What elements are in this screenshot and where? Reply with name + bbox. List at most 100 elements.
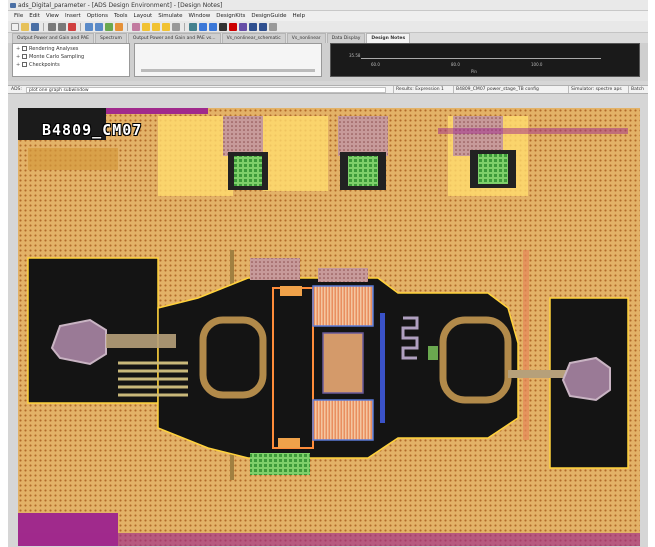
pan-icon[interactable] xyxy=(115,22,123,31)
plot-tick: 100.0 xyxy=(531,62,543,67)
toolbar-separator xyxy=(43,22,44,31)
delete-icon[interactable] xyxy=(68,22,76,31)
grid-icon[interactable] xyxy=(249,22,257,31)
ruler-icon[interactable] xyxy=(172,22,180,31)
bias-network xyxy=(318,268,368,282)
lvs-icon[interactable] xyxy=(209,22,217,31)
input-pad xyxy=(50,318,107,366)
menu-window[interactable]: Window xyxy=(189,11,211,21)
settings-icon[interactable] xyxy=(269,22,277,31)
tab-output-power-gain-pae[interactable]: Output Power and Gain and PAE xyxy=(12,33,95,43)
save-icon[interactable] xyxy=(31,22,39,31)
layout-canvas[interactable]: B4809_CM07 xyxy=(18,108,640,546)
transistor-array xyxy=(312,285,374,327)
menu-layout[interactable]: Layout xyxy=(134,11,153,21)
status-simulator: Simulator: spectre aps xyxy=(568,86,622,93)
output-capacitor xyxy=(428,346,438,360)
boundary-strip xyxy=(438,128,628,134)
layer-icon[interactable] xyxy=(132,22,140,31)
properties-panel xyxy=(134,43,322,77)
plot-trace xyxy=(361,58,601,59)
plot-tick: 80.0 xyxy=(451,62,460,67)
bias-network xyxy=(250,258,300,280)
tab-output-power-gain-pae-vs[interactable]: Output Power and Gain and PAE vs... xyxy=(127,33,221,43)
tree-item-label: Checkpoints xyxy=(29,62,60,68)
document-tab-bar: Output Power and Gain and PAE Spectrum O… xyxy=(8,33,648,43)
tab-nonlinear[interactable]: Vs_nonlinear xyxy=(286,33,326,43)
path-icon[interactable] xyxy=(162,22,170,31)
bond-pad xyxy=(158,116,233,196)
status-config: B4809_CM07 power_stage_TB config xyxy=(453,86,539,93)
plot-readout: 35.58 xyxy=(349,53,361,58)
plot-axis-label: Pin xyxy=(471,69,477,74)
menu-file[interactable]: File xyxy=(14,11,23,21)
transistor-core xyxy=(322,332,364,394)
tree-item-label: Rendering Analyses xyxy=(29,46,79,52)
output-feed-line xyxy=(508,370,568,378)
undo-icon[interactable] xyxy=(48,22,56,31)
menu-insert[interactable]: Insert xyxy=(65,11,81,21)
menu-designkits[interactable]: DesignKits xyxy=(216,11,245,21)
toolbar xyxy=(8,21,648,33)
pad-overlay xyxy=(338,116,388,156)
checkbox[interactable] xyxy=(22,62,27,67)
toolbar-separator xyxy=(80,22,81,31)
menu-designguide[interactable]: DesignGuide xyxy=(251,11,286,21)
port-icon[interactable] xyxy=(239,22,247,31)
stop-icon[interactable] xyxy=(229,22,237,31)
tab-spectrum[interactable]: Spectrum xyxy=(95,33,127,43)
tab-data-display[interactable]: Data Display xyxy=(326,33,366,43)
zoom-out-icon[interactable] xyxy=(95,22,103,31)
checkbox[interactable] xyxy=(22,46,27,51)
status-batch: Batch xyxy=(628,86,644,93)
menu-options[interactable]: Options xyxy=(87,11,108,21)
via-array xyxy=(478,154,508,184)
bond-pad xyxy=(263,116,328,191)
tree-item[interactable]: + Rendering Analyses xyxy=(16,45,126,53)
menu-tools[interactable]: Tools xyxy=(114,11,128,21)
boundary-strip xyxy=(18,533,640,546)
menu-view[interactable]: View xyxy=(46,11,59,21)
menu-edit[interactable]: Edit xyxy=(29,11,40,21)
command-row: ADS: plot one graph subwindow Results: E… xyxy=(8,85,648,94)
status-results: Results: Expression 1 xyxy=(393,86,444,93)
menu-simulate[interactable]: Simulate xyxy=(158,11,182,21)
capacitor xyxy=(280,286,302,296)
redo-icon[interactable] xyxy=(58,22,66,31)
ads-window: ads_Digital_parameter - [ADS Design Envi… xyxy=(8,0,648,547)
supply-bus xyxy=(380,313,385,423)
drc-icon[interactable] xyxy=(199,22,207,31)
tree-item[interactable]: + Monte Carlo Sampling xyxy=(16,53,126,61)
via-array xyxy=(348,156,378,186)
top-panels: + Rendering Analyses + Monte Carlo Samplin… xyxy=(8,43,648,81)
transistor-array xyxy=(312,399,374,441)
window-title: ads_Digital_parameter - [ADS Design Envi… xyxy=(18,2,223,9)
command-prefix: ADS: xyxy=(11,87,22,92)
checkbox[interactable] xyxy=(22,54,27,59)
tab-design-notes[interactable]: Design Notes xyxy=(366,33,411,43)
capacitor xyxy=(278,438,300,448)
input-feed-line xyxy=(106,334,176,348)
polygon-icon[interactable] xyxy=(152,22,160,31)
pad-overlay xyxy=(223,116,263,156)
snap-icon[interactable] xyxy=(259,22,267,31)
tree-item[interactable]: + Checkpoints xyxy=(16,61,126,69)
tab-nonlinear-schematic[interactable]: Vs_nonlinear_schematic xyxy=(221,33,286,43)
menu-help[interactable]: Help xyxy=(293,11,306,21)
open-icon[interactable] xyxy=(21,22,29,31)
trace-line xyxy=(523,250,529,440)
simulate-icon[interactable] xyxy=(189,22,197,31)
command-input[interactable]: plot one graph subwindow xyxy=(26,87,386,93)
cell-name-label: B4809_CM07 xyxy=(42,121,143,139)
text-icon[interactable] xyxy=(219,22,227,31)
via-array xyxy=(250,453,310,475)
plot-tick: 60.0 xyxy=(371,62,380,67)
toolbar-separator xyxy=(184,22,185,31)
zoom-in-icon[interactable] xyxy=(85,22,93,31)
via-array xyxy=(234,156,262,186)
rectangle-icon[interactable] xyxy=(142,22,150,31)
horizontal-scrollbar[interactable] xyxy=(141,69,315,72)
plot-preview: 35.58 60.0 80.0 100.0 Pin xyxy=(330,43,640,77)
new-icon[interactable] xyxy=(11,22,19,31)
zoom-fit-icon[interactable] xyxy=(105,22,113,31)
